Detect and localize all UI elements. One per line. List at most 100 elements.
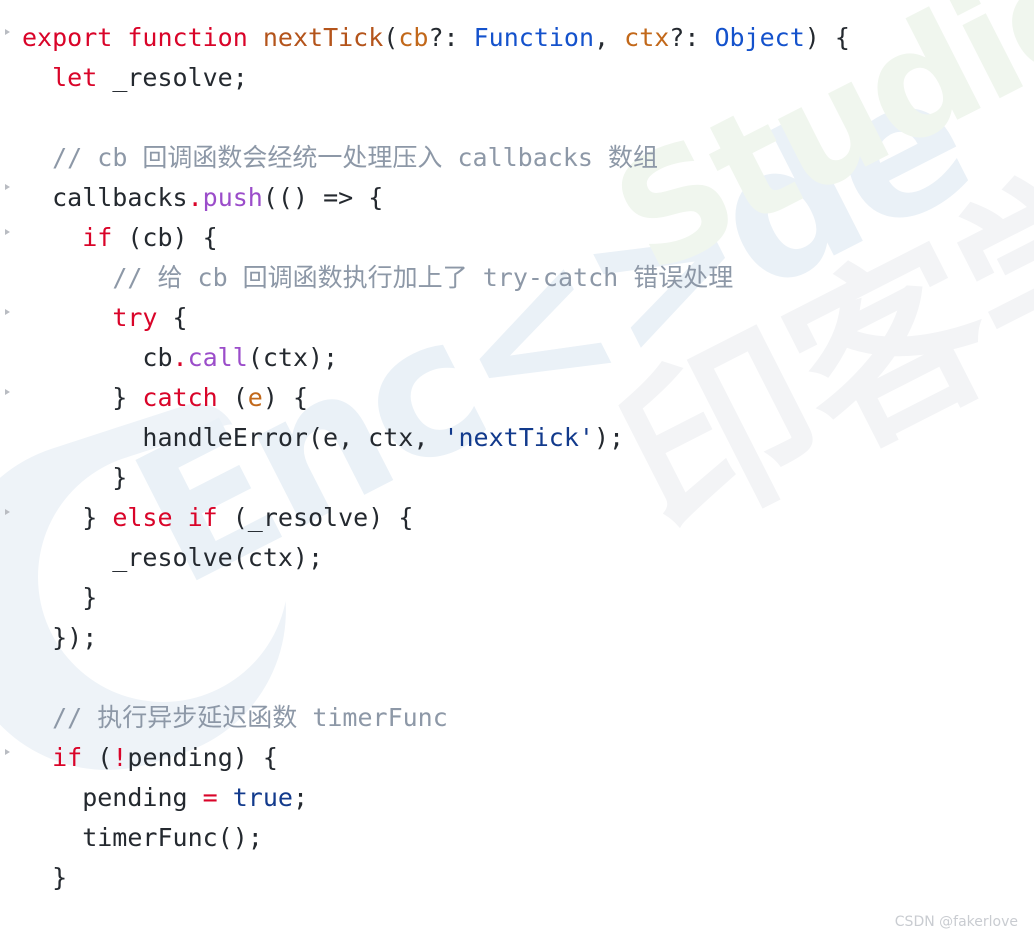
code-line: pending = true; [22, 778, 850, 818]
code-token-pln: (cb) { [112, 223, 218, 252]
code-line: // 执行异步延迟函数 timerFunc [22, 698, 850, 738]
code-line: export function nextTick(cb?: Function, … [22, 18, 850, 58]
code-token-pln: ( [82, 743, 113, 772]
code-token-pln: ) { [804, 23, 850, 52]
code-line: callbacks.push(() => { [22, 178, 850, 218]
code-token-pln: ); [593, 423, 625, 452]
csdn-credit: CSDN @fakerlove [894, 914, 1018, 930]
code-token-param: cb [398, 23, 429, 52]
code-token-pln [22, 303, 112, 332]
code-line: } [22, 858, 850, 898]
code-line: // 给 cb 回调函数执行加上了 try-catch 错误处理 [22, 258, 850, 298]
code-token-pln: _resolve; [97, 63, 248, 92]
code-token-pln: _resolve(ctx); [22, 543, 324, 572]
code-line: cb.call(ctx); [22, 338, 850, 378]
fold-marker[interactable] [5, 229, 10, 235]
code-token-cmt: // cb 回调函数会经统一处理压入 callbacks 数组 [52, 143, 658, 172]
code-token-pln [22, 703, 52, 732]
code-token-str: 'nextTick' [443, 423, 594, 452]
code-line: timerFunc(); [22, 818, 850, 858]
code-token-pln [22, 743, 52, 772]
code-block: export function nextTick(cb?: Function, … [22, 18, 850, 898]
code-token-kw: if [82, 223, 113, 252]
code-token-pln: cb [22, 343, 173, 372]
code-token-cmt: // 执行异步延迟函数 timerFunc [52, 703, 448, 732]
code-token-op: ! [112, 743, 128, 772]
code-line: }); [22, 618, 850, 658]
code-token-pln: } [22, 863, 68, 892]
fold-gutter[interactable] [0, 0, 22, 940]
code-token-pln [22, 223, 82, 252]
code-token-kw: else [112, 503, 173, 532]
code-token-kw: export [22, 23, 113, 52]
code-area: export function nextTick(cb?: Function, … [0, 0, 1034, 940]
code-token-pln: } [22, 503, 113, 532]
code-token-pln: (ctx); [247, 343, 339, 372]
code-token-kw: catch [142, 383, 218, 412]
code-token-meth: call [187, 343, 248, 372]
code-token-type: Object [714, 23, 805, 52]
code-token-pln: ) { [262, 383, 309, 412]
code-token-param: ctx [624, 23, 670, 52]
code-line: // cb 回调函数会经统一处理压入 callbacks 数组 [22, 138, 850, 178]
code-token-pln: } [22, 583, 98, 612]
code-line: } else if (_resolve) { [22, 498, 850, 538]
code-token-pln: pending) { [127, 743, 278, 772]
code-token-pln: ?: [669, 23, 715, 52]
fold-marker[interactable] [5, 309, 10, 315]
code-token-pln: callbacks [22, 183, 188, 212]
fold-marker[interactable] [5, 509, 10, 515]
code-token-pln: (() => { [262, 183, 384, 212]
code-token-pln: ; [292, 783, 309, 812]
code-token-kw: if [187, 503, 218, 532]
code-line: if (!pending) { [22, 738, 850, 778]
code-token-pln: timerFunc(); [22, 823, 263, 852]
code-line: if (cb) { [22, 218, 850, 258]
code-token-pln [173, 503, 188, 532]
fold-marker[interactable] [5, 749, 10, 755]
code-token-fn: nextTick [262, 23, 384, 52]
code-token-param: e [247, 383, 263, 412]
code-token-pln: } [22, 463, 128, 492]
code-token-pln [112, 23, 127, 52]
code-token-pln [248, 23, 263, 52]
code-token-op: = [202, 783, 218, 812]
code-token-pln: handleError(e, ctx, [22, 423, 444, 452]
code-token-meth: push [202, 183, 263, 212]
code-token-cmt: // 给 cb 回调函数执行加上了 try-catch 错误处理 [112, 263, 734, 292]
code-line: try { [22, 298, 850, 338]
code-snippet-page: Enc<>de Studio 印客学院 export function next… [0, 0, 1034, 940]
code-token-pln [22, 263, 112, 292]
code-token-kw: let [52, 63, 98, 92]
fold-marker[interactable] [5, 184, 10, 190]
code-token-dot: . [187, 183, 203, 212]
code-token-pln [22, 63, 52, 92]
fold-marker[interactable] [5, 29, 10, 35]
code-line: } catch (e) { [22, 378, 850, 418]
code-token-pln: , [594, 23, 625, 52]
code-token-pln: (_resolve) { [217, 503, 414, 532]
code-token-pln: { [157, 303, 188, 332]
code-token-kw: function [127, 23, 248, 52]
code-token-pln: }); [22, 623, 98, 652]
code-token-pln: ( [383, 23, 399, 52]
code-line: } [22, 578, 850, 618]
code-token-pln: pending [22, 783, 203, 812]
code-token-pln [218, 783, 233, 812]
code-token-pln: } [22, 383, 143, 412]
code-line: handleError(e, ctx, 'nextTick'); [22, 418, 850, 458]
code-line: let _resolve; [22, 58, 850, 98]
fold-marker[interactable] [5, 389, 10, 395]
code-line: } [22, 458, 850, 498]
code-token-bool: true [232, 783, 293, 812]
code-token-dot: . [172, 343, 188, 372]
code-token-pln [22, 143, 52, 172]
code-token-pln: ?: [428, 23, 474, 52]
code-token-pln: ( [217, 383, 248, 412]
code-token-kw: if [52, 743, 83, 772]
code-token-kw: try [112, 303, 158, 332]
code-line: _resolve(ctx); [22, 538, 850, 578]
code-token-type: Function [473, 23, 595, 52]
